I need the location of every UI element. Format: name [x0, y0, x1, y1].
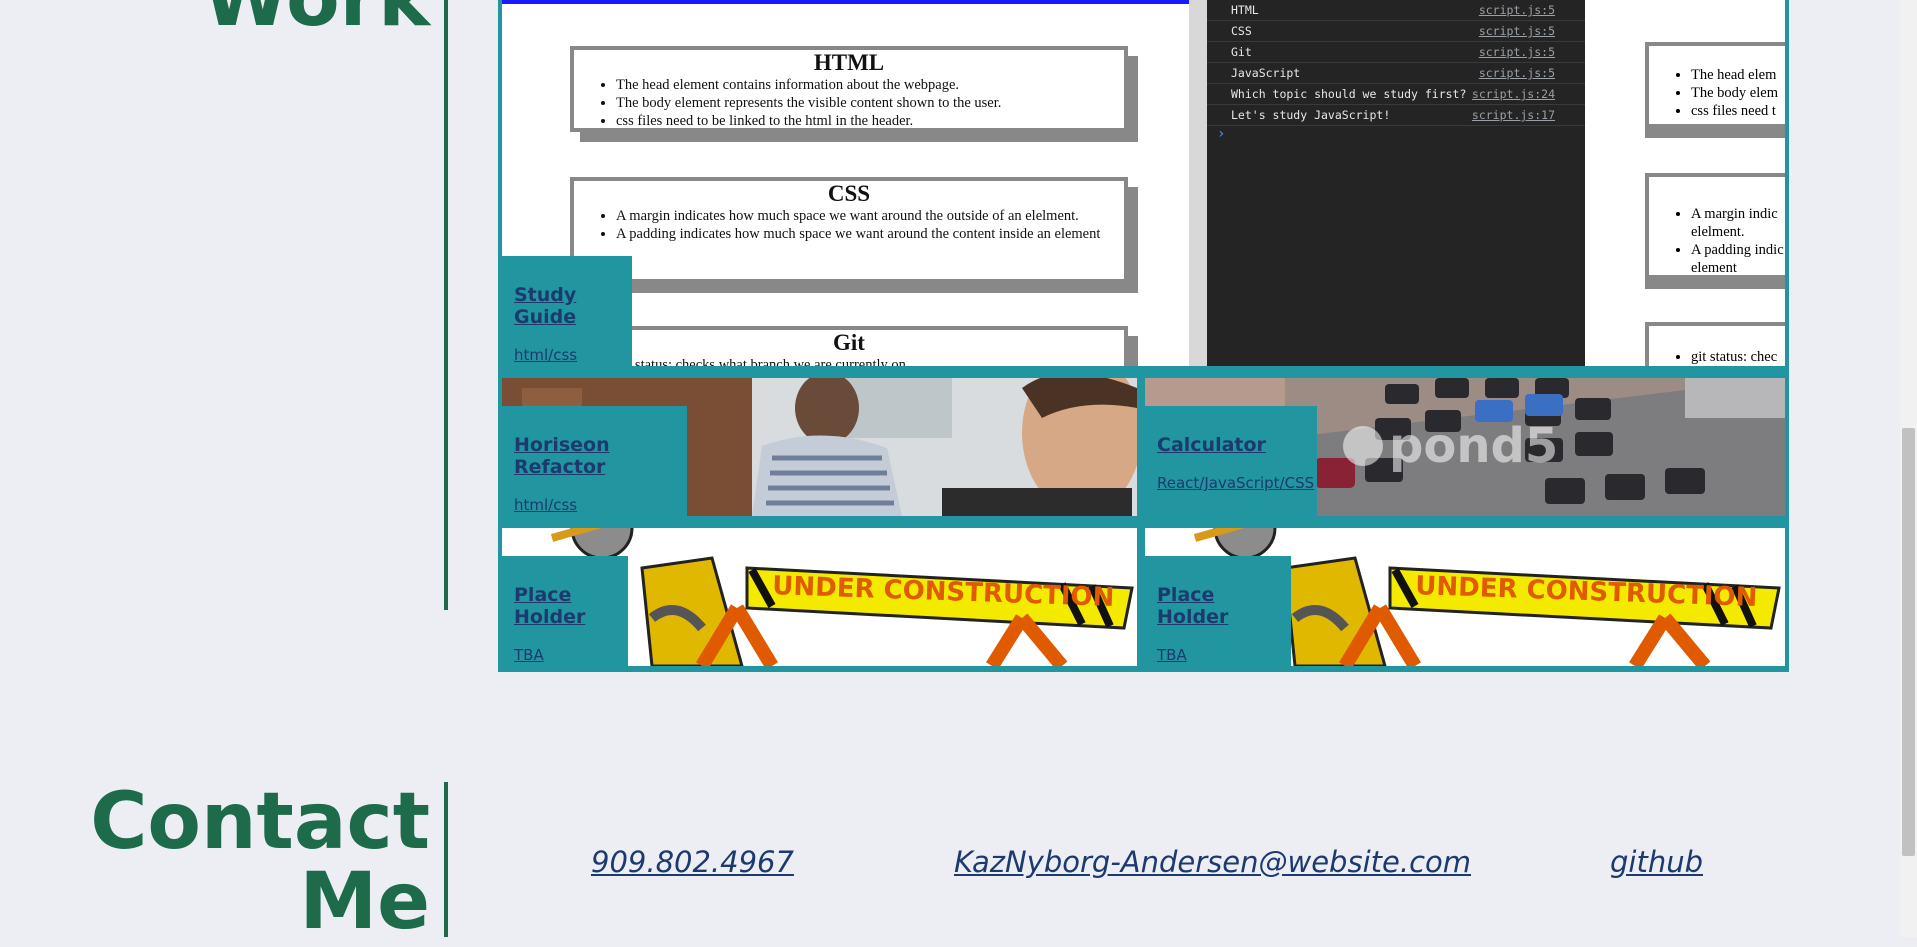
sg-card-heading: Git [833, 330, 865, 355]
console-row: Which topic should we study first? script… [1207, 84, 1585, 105]
console-row: JavaScript script.js:5 [1207, 63, 1585, 84]
contact-heading: Contact Me [90, 782, 430, 942]
sg-card-item: A padding indic [1691, 241, 1785, 259]
project-title-link[interactable]: Study Guide [514, 284, 620, 328]
console-prompt-icon: › [1217, 126, 1226, 142]
github-link[interactable]: github [1610, 845, 1703, 879]
study-guide-preview-duplicate: The head elem The body elem css files ne… [1585, 0, 1785, 366]
project-tile-placeholder-1[interactable]: UNDER CONSTRUCTION Place Holder TBA [502, 528, 1137, 666]
project-title-link[interactable]: Place Holder [1157, 584, 1279, 628]
sg-card-heading: CSS [827, 181, 871, 206]
contact-heading-line: Contact [90, 777, 430, 867]
sg-card-item: A margin indicates how much space we wan… [616, 207, 1124, 225]
sg-card-item: css files need to be linked to the html … [616, 112, 1124, 130]
project-tile-placeholder-2[interactable]: UNDER CONSTRUCTION Place Holder TBA [1145, 528, 1785, 666]
project-subtitle-link[interactable]: html/css [514, 346, 620, 364]
phone-link[interactable]: 909.802.4967 [591, 845, 794, 879]
sg-card-item: element [1691, 260, 1737, 276]
project-title-link[interactable]: Horiseon Refactor [514, 434, 675, 478]
work-heading: Work [203, 0, 430, 38]
devtools-gutter [1189, 0, 1207, 366]
sg-card-git: Git git status: checks what branch we ar… [570, 326, 1128, 366]
project-label: Calculator React/JavaScript/CSS [1145, 406, 1317, 516]
console-row: HTML script.js:5 [1207, 0, 1585, 21]
email-link[interactable]: KazNyborg-Andersen@website.com [954, 845, 1471, 879]
project-subtitle-link[interactable]: TBA [1157, 646, 1279, 664]
calculator-watermark: pond5 [1389, 418, 1558, 474]
sg-card-item: css files need t [1691, 102, 1785, 120]
console-row: Git script.js:5 [1207, 42, 1585, 63]
sg-card-item: A padding indicates how much space we wa… [616, 225, 1124, 243]
sg-card-html: HTML The head element contains informati… [570, 46, 1128, 132]
console-row: CSS script.js:5 [1207, 21, 1585, 42]
work-divider [444, 0, 448, 610]
project-title-link[interactable]: Place Holder [514, 584, 616, 628]
sg-card-item: The head elem [1691, 66, 1785, 84]
project-label: Study Guide html/css [502, 256, 632, 366]
devtools-console: HTML script.js:5 CSS script.js:5 Git script… [1207, 0, 1585, 366]
sg-card-heading: HTML [813, 50, 885, 75]
project-tile-study-guide[interactable]: HTML The head element contains informati… [502, 0, 1785, 366]
sg-card-item: The body element represents the visible … [616, 94, 1124, 112]
sg-card-item: git status: chec [1691, 348, 1785, 366]
project-label: Place Holder TBA [502, 556, 628, 666]
page-scrollbar[interactable] [1900, 0, 1917, 937]
project-label: Horiseon Refactor html/css [502, 406, 687, 516]
console-row: Let's study JavaScript! script.js:17 [1207, 105, 1585, 126]
project-label: Place Holder TBA [1145, 556, 1291, 666]
sg-card-css: CSS A margin indicates how much space we… [570, 177, 1128, 283]
project-tile-calculator[interactable]: pond5 Calculator React/JavaScript/CSS [1145, 378, 1785, 516]
project-title-link[interactable]: Calculator [1157, 434, 1305, 456]
scrollbar-thumb[interactable] [1902, 428, 1915, 856]
project-subtitle-link[interactable]: html/css [514, 496, 675, 514]
project-tile-horiseon[interactable]: Horiseon Refactor html/css [502, 378, 1137, 516]
project-subtitle-link[interactable]: TBA [514, 646, 616, 664]
sg-card-item: The body elem [1691, 84, 1785, 102]
sg-card-item: elelment. [1691, 224, 1745, 240]
contact-divider [444, 782, 448, 937]
project-subtitle-link[interactable]: React/JavaScript/CSS [1157, 474, 1314, 492]
portfolio-grid: HTML The head element contains informati… [498, 0, 1789, 672]
contact-heading-line: Me [299, 857, 430, 947]
sg-card-item: A margin indic [1691, 205, 1785, 223]
sg-card-item: The head element contains information ab… [616, 76, 1124, 94]
sg-card-item: git status: checks what branch we are cu… [616, 356, 1124, 366]
